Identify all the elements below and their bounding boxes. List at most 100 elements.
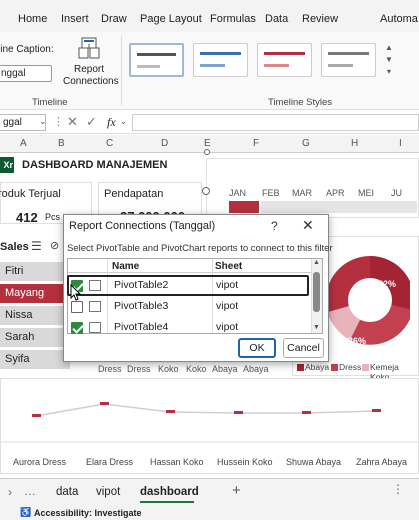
pivot-row-1[interactable]	[67, 275, 309, 296]
line-category: Hussein Koko	[217, 457, 273, 467]
bar-label: Dress	[98, 364, 122, 374]
report-connections-icon[interactable]	[76, 36, 102, 62]
timeline-style-2[interactable]	[193, 43, 248, 77]
bar-label: Koko	[186, 364, 207, 374]
timeline-bar-jan[interactable]	[229, 201, 259, 213]
timeline-style-3[interactable]	[257, 43, 312, 77]
dashboard-title: DASHBOARD MANAJEMEN	[22, 159, 168, 171]
month-mar: MAR	[292, 188, 312, 198]
sales-line-chart	[0, 402, 419, 443]
dialog-close-icon[interactable]: ✕	[302, 217, 314, 234]
scrollbar-thumb[interactable]	[313, 272, 320, 312]
legend-swatch-abaya	[297, 364, 304, 371]
ribbon-separator	[121, 36, 122, 106]
line-category: Shuwa Abaya	[286, 457, 342, 467]
pie-label-1: 32%	[378, 279, 397, 289]
bar-label: Dress	[127, 364, 151, 374]
sales-item[interactable]: Nissa	[0, 306, 70, 325]
scroll-down-icon[interactable]: ▼	[313, 324, 320, 331]
cancel-button[interactable]: Cancel	[283, 338, 324, 358]
kpi-produk-unit: Pcs	[45, 212, 61, 222]
tab-draw[interactable]: Draw	[101, 13, 127, 25]
tab-automate[interactable]: Automa	[380, 13, 418, 25]
formula-input[interactable]	[132, 114, 419, 131]
timeline-style-4[interactable]	[321, 43, 376, 77]
multi-select-icon[interactable]: ☰	[31, 239, 42, 253]
column-c[interactable]: C	[106, 138, 113, 149]
tab-data[interactable]: Data	[265, 13, 288, 25]
tab-formulas[interactable]: Formulas	[210, 13, 256, 25]
bar-label: Koko	[158, 364, 179, 374]
column-g[interactable]: G	[302, 138, 310, 149]
sales-slicer-header: Sales	[0, 241, 29, 253]
sheet-tab-data[interactable]: data	[56, 486, 78, 498]
sales-item[interactable]: Fitri	[0, 262, 70, 281]
pivot-name-1: PivotTable2	[114, 279, 169, 291]
bar-label: Abaya	[212, 364, 238, 374]
column-i[interactable]: I	[399, 138, 402, 149]
month-feb: FEB	[262, 188, 280, 198]
timeline-caption-input[interactable]: nggal	[0, 65, 52, 82]
cancel-formula-icon[interactable]: ✕	[67, 114, 78, 130]
ok-button[interactable]: OK	[238, 338, 276, 358]
dialog-title: Report Connections (Tanggal)	[69, 220, 216, 232]
timeline-bar-rest[interactable]	[261, 201, 417, 213]
add-sheet-icon[interactable]: +	[232, 482, 241, 499]
slicer-handle-left[interactable]	[202, 187, 210, 195]
column-name-header[interactable]: Name	[112, 261, 139, 272]
donut-chart	[326, 255, 410, 345]
report-connections-label-1[interactable]: Report	[74, 64, 104, 75]
tab-page-layout[interactable]: Page Layout	[140, 13, 202, 25]
line-category: Aurora Dress	[13, 457, 67, 467]
accessibility-status[interactable]: Accessibility: Investigate	[34, 508, 142, 518]
column-h[interactable]: H	[351, 138, 358, 149]
legend-abaya: Abaya	[305, 362, 330, 372]
column-f[interactable]: F	[253, 138, 259, 149]
name-box-dropdown-icon[interactable]: ⌄	[39, 116, 47, 127]
sheet-options-icon[interactable]: ⋮	[392, 482, 404, 496]
pivottable-icon	[89, 280, 101, 291]
legend-swatch-dress	[331, 364, 338, 371]
tab-home[interactable]: Home	[18, 13, 47, 25]
dialog-help-icon[interactable]: ?	[271, 219, 278, 233]
sheet-tab-dashboard[interactable]: dashboard	[140, 486, 199, 498]
column-a[interactable]: A	[20, 138, 27, 149]
group-label-timeline: Timeline	[32, 97, 68, 108]
kpi-produk-value: 412	[16, 210, 38, 225]
pivot-checkbox-2[interactable]	[71, 301, 83, 313]
column-e[interactable]: E	[204, 138, 211, 149]
column-d[interactable]: D	[161, 138, 168, 149]
pivot-checkbox-3[interactable]	[71, 322, 83, 334]
insert-function-icon[interactable]: fx	[107, 115, 116, 130]
more-options-icon[interactable]: ⋮	[53, 115, 64, 128]
sales-item[interactable]: Syifa	[0, 350, 70, 369]
accessibility-icon[interactable]: ♿	[20, 507, 31, 518]
month-apr: APR	[326, 188, 345, 198]
pivot-sheet-1: vipot	[216, 279, 239, 291]
report-connections-label-2[interactable]: Connections	[63, 76, 119, 87]
fx-dropdown-icon[interactable]: ⌄	[120, 117, 127, 126]
tab-review[interactable]: Review	[302, 13, 338, 25]
pivot-list-header	[68, 259, 312, 273]
sales-item[interactable]: Sarah	[0, 328, 70, 347]
group-label-timeline-styles: Timeline Styles	[268, 97, 333, 108]
kpi-pendapatan-label: Pendapatan	[104, 188, 164, 200]
slicer-handle-top[interactable]	[204, 149, 210, 155]
scroll-up-icon[interactable]: ▲	[313, 259, 320, 266]
styles-scroll-icon[interactable]: ▲ ▼ ▾	[383, 42, 395, 78]
column-sheet-header[interactable]: Sheet	[215, 261, 242, 272]
line-category: Hassan Koko	[150, 457, 204, 467]
line-category: Elara Dress	[86, 457, 134, 467]
clear-filter-icon[interactable]: ⊘	[50, 239, 59, 252]
sheet-tab-vipot[interactable]: vipot	[96, 486, 120, 498]
column-b[interactable]: B	[58, 138, 65, 149]
sales-item-selected[interactable]: Mayang	[0, 284, 70, 303]
sheet-nav-icon[interactable]: ›	[8, 485, 12, 499]
timeline-style-1[interactable]	[129, 43, 184, 77]
month-jun: JU	[391, 188, 402, 198]
enter-formula-icon[interactable]: ✓	[86, 114, 97, 130]
active-tab-indicator	[140, 501, 194, 503]
pivot-name-3: PivotTable4	[114, 321, 169, 333]
tab-insert[interactable]: Insert	[61, 13, 89, 25]
more-sheets-icon[interactable]: …	[24, 484, 36, 498]
